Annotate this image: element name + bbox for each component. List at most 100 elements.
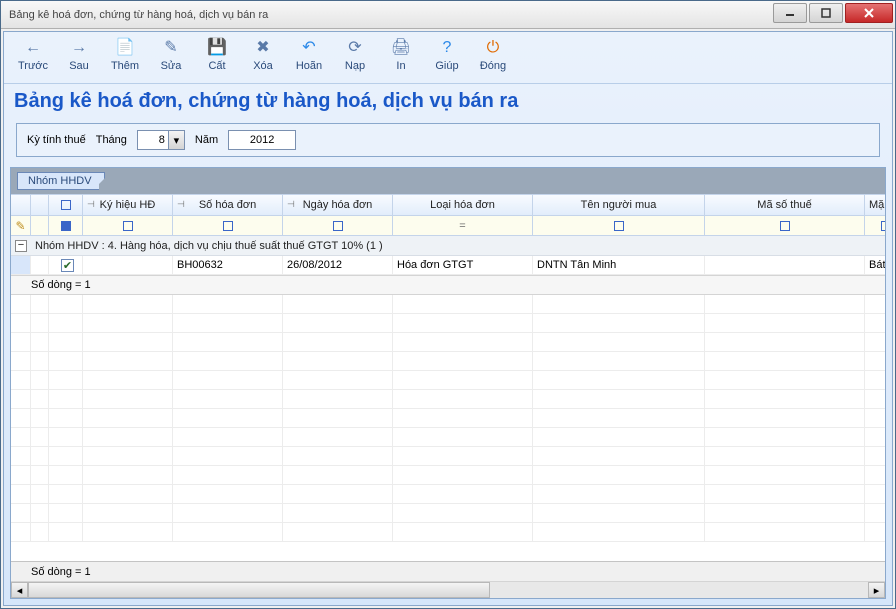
row-checkbox [49,314,83,332]
row-indicator [11,409,31,427]
close-button[interactable]: ⏻Đóng [470,36,516,74]
print-button[interactable]: 🖨In [378,36,424,74]
edit-button[interactable]: ✎Sửa [148,36,194,74]
cell [283,409,393,427]
back-button[interactable]: ←Trước [10,36,56,74]
filter-toggle-icon[interactable] [333,221,343,231]
groupby-bar[interactable]: Nhóm HHDV [11,168,885,194]
filter-checkbox[interactable] [49,216,83,235]
table-row-empty [11,371,885,390]
row-expand [31,295,49,313]
close-button[interactable] [845,3,893,23]
header-ngay-hoa-don[interactable]: ⊣Ngày hóa đơn [283,195,393,215]
cell [173,447,283,465]
cell [865,466,885,484]
filter-mst[interactable] [705,216,865,235]
scroll-thumb[interactable] [28,582,490,598]
chevron-down-icon[interactable]: ▾ [168,131,184,149]
filter-ngay-hoa-don[interactable] [283,216,393,235]
header-ma-so-thue[interactable]: Mã số thuế [705,195,865,215]
filter-so-hoa-don[interactable] [173,216,283,235]
maximize-button[interactable] [809,3,843,23]
row-checkbox[interactable]: ✔ [49,256,83,274]
row-expand [31,256,49,274]
checkbox-icon[interactable] [61,221,71,231]
table-row-empty [11,504,885,523]
filter-toggle-icon[interactable] [614,221,624,231]
cell-ten-nguoi-mua[interactable]: DNTN Tân Minh [533,256,705,274]
cell [865,447,885,465]
cell [283,523,393,541]
header-so-hoa-don[interactable]: ⊣Số hóa đơn [173,195,283,215]
row-checkbox [49,485,83,503]
cell [705,409,865,427]
month-input[interactable] [138,131,168,149]
cell-mat-hang[interactable]: Bát liên h [865,256,885,274]
checkbox-icon[interactable]: ✔ [61,259,74,272]
row-checkbox [49,333,83,351]
filter-indicator: ✎ [11,216,31,235]
header-checkbox[interactable] [49,195,83,215]
load-button[interactable]: ⟳Nạp [332,36,378,74]
cell [283,466,393,484]
checkbox-icon[interactable] [61,200,71,210]
table-row-empty [11,352,885,371]
pin-icon: ⊣ [87,199,95,210]
header-ky-hieu[interactable]: ⊣Ký hiệu HĐ [83,195,173,215]
filter-toggle-icon[interactable] [881,221,887,231]
cell [283,447,393,465]
cell-loai-hoa-don[interactable]: Hóa đơn GTGT [393,256,533,274]
undo-button[interactable]: ↶Hoãn [286,36,332,74]
cell [83,333,173,351]
row-indicator [11,504,31,522]
cell [83,523,173,541]
table-row-empty [11,447,885,466]
save-button[interactable]: 💾Cất [194,36,240,74]
groupby-pill[interactable]: Nhóm HHDV [17,172,105,190]
collapse-icon[interactable]: − [15,240,27,252]
filter-ky-hieu[interactable] [83,216,173,235]
cell [393,523,533,541]
month-combo[interactable]: ▾ [137,130,185,150]
cell [283,485,393,503]
cell-so-hoa-don[interactable]: BH00632 [173,256,283,274]
minimize-button[interactable] [773,3,807,23]
cell [83,352,173,370]
scroll-right-button[interactable]: ▸ [868,582,885,598]
filter-loai-eq[interactable]: = [393,216,533,235]
cell [393,428,533,446]
row-expand [31,485,49,503]
header-loai-hoa-don[interactable]: Loại hóa đơn [393,195,533,215]
year-input[interactable] [228,130,296,150]
horizontal-scrollbar[interactable]: ◂ ▸ [11,581,885,598]
help-button[interactable]: ?Giúp [424,36,470,74]
filter-mh[interactable] [865,216,886,235]
group-header-row[interactable]: − Nhóm HHDV : 4. Hàng hóa, dịch vụ chịu … [11,236,885,256]
cell [533,504,705,522]
row-expand [31,428,49,446]
cell [83,485,173,503]
table-row[interactable]: ✔ BH0063226/08/2012Hóa đơn GTGTDNTN Tân M… [11,256,885,275]
cell-ma-so-thue[interactable] [705,256,865,274]
cell [533,333,705,351]
filter-ten-mua[interactable] [533,216,705,235]
subtotal-row: Số dòng = 1 [11,275,885,295]
delete-button[interactable]: ✖Xóa [240,36,286,74]
period-label: Kỳ tính thuế [27,134,86,146]
filter-toggle-icon[interactable] [780,221,790,231]
cell [533,390,705,408]
scroll-track[interactable] [28,582,868,598]
filter-toggle-icon[interactable] [123,221,133,231]
scroll-left-button[interactable]: ◂ [11,582,28,598]
pin-icon: ⊣ [177,199,185,210]
cell-ky-hieu[interactable] [83,256,173,274]
group-header-label: Nhóm HHDV : 4. Hàng hóa, dịch vụ chịu th… [35,240,383,252]
next-button[interactable]: →Sau [56,36,102,74]
row-indicator [11,447,31,465]
cell [865,523,885,541]
filter-toggle-icon[interactable] [223,221,233,231]
cell-ngay-hoa-don[interactable]: 26/08/2012 [283,256,393,274]
header-mat-hang[interactable]: Mặ [865,195,886,215]
header-ten-nguoi-mua[interactable]: Tên người mua [533,195,705,215]
add-button[interactable]: 📄Thêm [102,36,148,74]
